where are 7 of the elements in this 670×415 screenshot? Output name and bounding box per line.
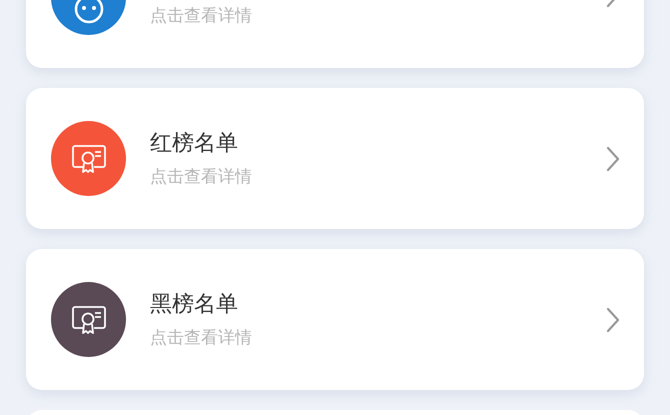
list-card[interactable]: 黑榜名单 点击查看详情 [26,249,644,390]
item-title: 红榜名单 [150,130,239,158]
item-title: 黑榜名单 [150,290,239,318]
item-subtitle: 点击查看详情 [150,4,253,28]
list-card[interactable]: 红榜名单 点击查看详情 [26,88,644,229]
item-subtitle: 点击查看详情 [150,326,253,350]
item-subtitle: 点击查看详情 [150,166,253,188]
